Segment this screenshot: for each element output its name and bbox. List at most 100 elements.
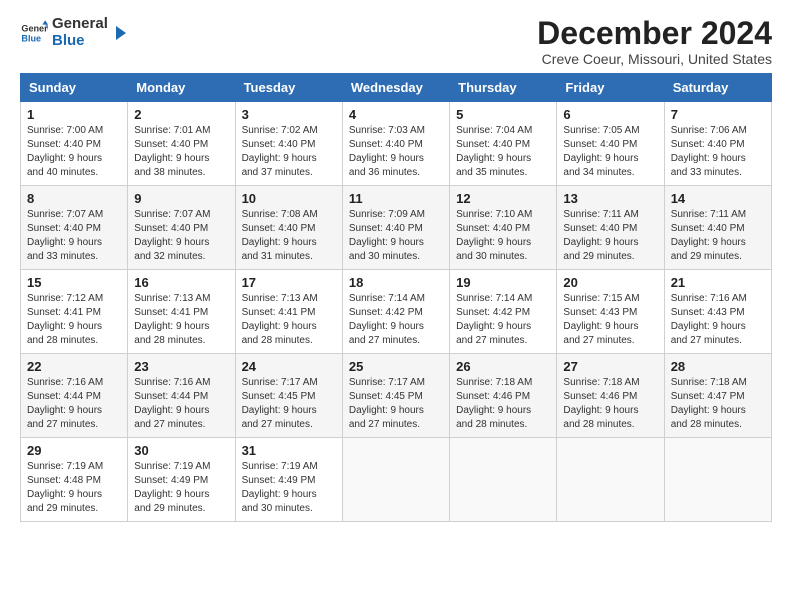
day-number: 6	[563, 107, 657, 122]
calendar-cell: 26 Sunrise: 7:18 AMSunset: 4:46 PMDayligh…	[450, 354, 557, 438]
day-info: Sunrise: 7:17 AMSunset: 4:45 PMDaylight:…	[349, 376, 443, 432]
calendar-cell	[557, 438, 664, 522]
calendar-cell: 23Sunrise: 7:16 AMSunset: 4:44 PMDayligh…	[128, 354, 235, 438]
calendar-header-row: SundayMondayTuesdayWednesdayThursdayFrid…	[21, 74, 772, 102]
logo-icon: General Blue	[20, 19, 48, 47]
calendar-cell: 24Sunrise: 7:17 AMSunset: 4:45 PMDayligh…	[235, 354, 342, 438]
day-info: Sunrise: 7:14 AMSunset: 4:42 PMDaylight:…	[349, 292, 443, 348]
day-number: 30	[134, 443, 228, 458]
logo-arrow-icon	[112, 24, 130, 42]
day-info: Sunrise: 7:12 AMSunset: 4:41 PMDaylight:…	[27, 292, 121, 348]
day-number: 21	[671, 275, 765, 290]
day-info: Sunrise: 7:15 AMSunset: 4:43 PMDaylight:…	[563, 292, 657, 348]
day-number: 16	[134, 275, 228, 290]
day-info: Sunrise: 7:16 AMSunset: 4:44 PMDaylight:…	[27, 376, 121, 432]
day-number: 13	[563, 191, 657, 206]
calendar-cell: 9 Sunrise: 7:07 AMSunset: 4:40 PMDaylight…	[128, 186, 235, 270]
calendar-cell: 31 Sunrise: 7:19 AMSunset: 4:49 PMDayligh…	[235, 438, 342, 522]
day-info: Sunrise: 7:09 AMSunset: 4:40 PMDaylight:…	[349, 208, 443, 264]
calendar-cell: 5Sunrise: 7:04 AMSunset: 4:40 PMDaylight…	[450, 102, 557, 186]
day-number: 26	[456, 359, 550, 374]
calendar-cell: 12Sunrise: 7:10 AMSunset: 4:40 PMDayligh…	[450, 186, 557, 270]
day-info: Sunrise: 7:10 AMSunset: 4:40 PMDaylight:…	[456, 208, 550, 264]
calendar-cell: 3 Sunrise: 7:02 AMSunset: 4:40 PMDaylight…	[235, 102, 342, 186]
calendar-cell: 21 Sunrise: 7:16 AMSunset: 4:43 PMDayligh…	[664, 270, 771, 354]
day-info: Sunrise: 7:08 AMSunset: 4:40 PMDaylight:…	[242, 208, 336, 264]
calendar-week-row: 15Sunrise: 7:12 AMSunset: 4:41 PMDayligh…	[21, 270, 772, 354]
calendar-cell: 4 Sunrise: 7:03 AMSunset: 4:40 PMDaylight…	[342, 102, 449, 186]
svg-text:Blue: Blue	[21, 33, 41, 43]
day-info: Sunrise: 7:18 AMSunset: 4:46 PMDaylight:…	[456, 376, 550, 432]
day-number: 3	[242, 107, 336, 122]
day-info: Sunrise: 7:02 AMSunset: 4:40 PMDaylight:…	[242, 124, 336, 180]
day-info: Sunrise: 7:05 AMSunset: 4:40 PMDaylight:…	[563, 124, 657, 180]
day-number: 31	[242, 443, 336, 458]
calendar-week-row: 29 Sunrise: 7:19 AMSunset: 4:48 PMDayligh…	[21, 438, 772, 522]
calendar-cell: 30Sunrise: 7:19 AMSunset: 4:49 PMDayligh…	[128, 438, 235, 522]
day-info: Sunrise: 7:18 AMSunset: 4:46 PMDaylight:…	[563, 376, 657, 432]
calendar-cell: 7 Sunrise: 7:06 AMSunset: 4:40 PMDaylight…	[664, 102, 771, 186]
column-header-saturday: Saturday	[664, 74, 771, 102]
svg-text:General: General	[21, 23, 48, 33]
calendar-cell: 14 Sunrise: 7:11 AMSunset: 4:40 PMDayligh…	[664, 186, 771, 270]
day-info: Sunrise: 7:00 AMSunset: 4:40 PMDaylight:…	[27, 124, 121, 180]
day-info: Sunrise: 7:13 AMSunset: 4:41 PMDaylight:…	[242, 292, 336, 348]
day-number: 4	[349, 107, 443, 122]
column-header-friday: Friday	[557, 74, 664, 102]
day-info: Sunrise: 7:01 AMSunset: 4:40 PMDaylight:…	[134, 124, 228, 180]
day-info: Sunrise: 7:19 AMSunset: 4:48 PMDaylight:…	[27, 460, 121, 516]
calendar-cell	[664, 438, 771, 522]
day-number: 10	[242, 191, 336, 206]
calendar-cell: 18 Sunrise: 7:14 AMSunset: 4:42 PMDayligh…	[342, 270, 449, 354]
day-number: 9	[134, 191, 228, 206]
day-number: 19	[456, 275, 550, 290]
day-info: Sunrise: 7:03 AMSunset: 4:40 PMDaylight:…	[349, 124, 443, 180]
logo-blue: Blue	[52, 33, 108, 50]
day-number: 2	[134, 107, 228, 122]
day-info: Sunrise: 7:07 AMSunset: 4:40 PMDaylight:…	[134, 208, 228, 264]
calendar-cell: 1 Sunrise: 7:00 AMSunset: 4:40 PMDaylight…	[21, 102, 128, 186]
calendar-week-row: 1 Sunrise: 7:00 AMSunset: 4:40 PMDaylight…	[21, 102, 772, 186]
calendar-cell: 29 Sunrise: 7:19 AMSunset: 4:48 PMDayligh…	[21, 438, 128, 522]
column-header-monday: Monday	[128, 74, 235, 102]
column-header-wednesday: Wednesday	[342, 74, 449, 102]
day-number: 14	[671, 191, 765, 206]
day-info: Sunrise: 7:19 AMSunset: 4:49 PMDaylight:…	[242, 460, 336, 516]
day-info: Sunrise: 7:14 AMSunset: 4:42 PMDaylight:…	[456, 292, 550, 348]
day-info: Sunrise: 7:11 AMSunset: 4:40 PMDaylight:…	[563, 208, 657, 264]
column-header-sunday: Sunday	[21, 74, 128, 102]
calendar-cell: 6 Sunrise: 7:05 AMSunset: 4:40 PMDaylight…	[557, 102, 664, 186]
calendar-cell: 8Sunrise: 7:07 AMSunset: 4:40 PMDaylight…	[21, 186, 128, 270]
calendar-cell: 25 Sunrise: 7:17 AMSunset: 4:45 PMDayligh…	[342, 354, 449, 438]
calendar-cell: 13 Sunrise: 7:11 AMSunset: 4:40 PMDayligh…	[557, 186, 664, 270]
calendar-cell: 17Sunrise: 7:13 AMSunset: 4:41 PMDayligh…	[235, 270, 342, 354]
day-number: 25	[349, 359, 443, 374]
header: General Blue General Blue December 2024 …	[20, 16, 772, 67]
calendar-cell: 15Sunrise: 7:12 AMSunset: 4:41 PMDayligh…	[21, 270, 128, 354]
calendar-week-row: 22Sunrise: 7:16 AMSunset: 4:44 PMDayligh…	[21, 354, 772, 438]
day-number: 29	[27, 443, 121, 458]
day-number: 18	[349, 275, 443, 290]
calendar-cell: 27 Sunrise: 7:18 AMSunset: 4:46 PMDayligh…	[557, 354, 664, 438]
logo: General Blue General Blue	[20, 16, 130, 49]
calendar-cell: 20 Sunrise: 7:15 AMSunset: 4:43 PMDayligh…	[557, 270, 664, 354]
title-area: December 2024 Creve Coeur, Missouri, Uni…	[537, 16, 772, 67]
page-title: December 2024	[537, 16, 772, 51]
calendar-cell: 19 Sunrise: 7:14 AMSunset: 4:42 PMDayligh…	[450, 270, 557, 354]
day-number: 20	[563, 275, 657, 290]
page-subtitle: Creve Coeur, Missouri, United States	[537, 51, 772, 67]
day-number: 27	[563, 359, 657, 374]
column-header-thursday: Thursday	[450, 74, 557, 102]
day-number: 7	[671, 107, 765, 122]
day-number: 1	[27, 107, 121, 122]
day-info: Sunrise: 7:11 AMSunset: 4:40 PMDaylight:…	[671, 208, 765, 264]
day-info: Sunrise: 7:13 AMSunset: 4:41 PMDaylight:…	[134, 292, 228, 348]
calendar-cell: 16 Sunrise: 7:13 AMSunset: 4:41 PMDayligh…	[128, 270, 235, 354]
day-number: 28	[671, 359, 765, 374]
calendar-cell: 22Sunrise: 7:16 AMSunset: 4:44 PMDayligh…	[21, 354, 128, 438]
day-info: Sunrise: 7:06 AMSunset: 4:40 PMDaylight:…	[671, 124, 765, 180]
calendar-week-row: 8Sunrise: 7:07 AMSunset: 4:40 PMDaylight…	[21, 186, 772, 270]
day-info: Sunrise: 7:16 AMSunset: 4:43 PMDaylight:…	[671, 292, 765, 348]
day-info: Sunrise: 7:18 AMSunset: 4:47 PMDaylight:…	[671, 376, 765, 432]
calendar-cell: 28 Sunrise: 7:18 AMSunset: 4:47 PMDayligh…	[664, 354, 771, 438]
